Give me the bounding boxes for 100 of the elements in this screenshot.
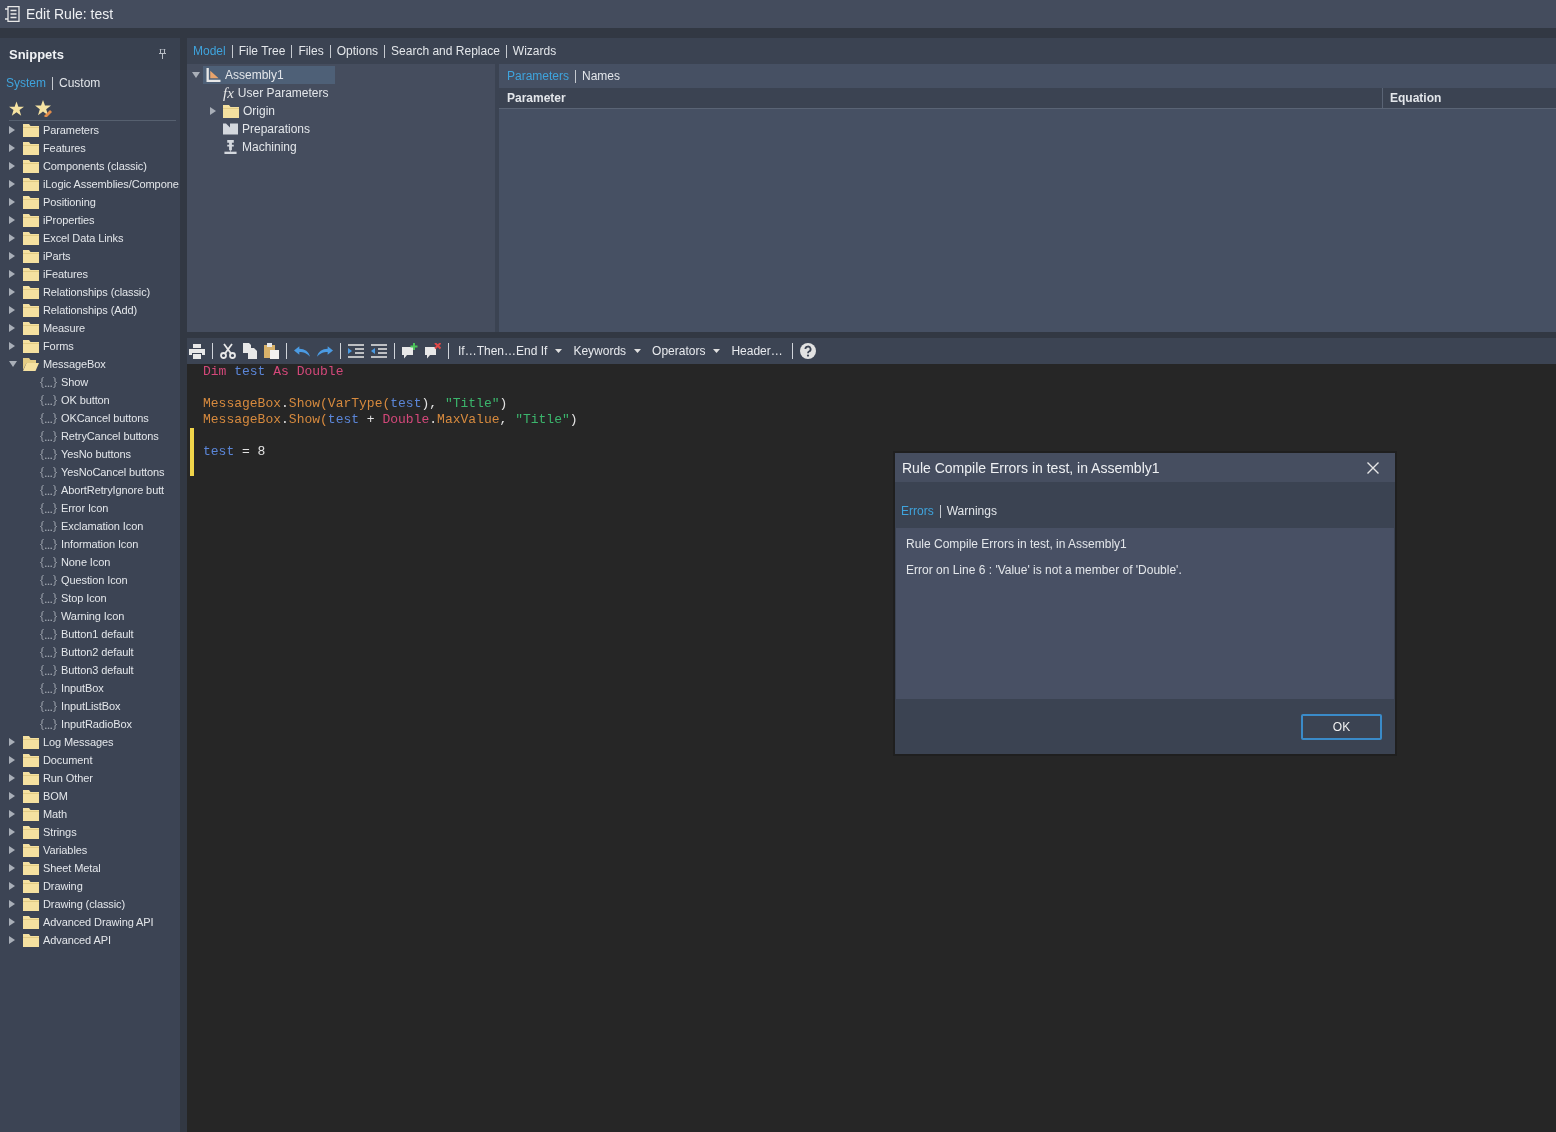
tree-item[interactable]: Forms bbox=[23, 337, 74, 355]
paste-icon[interactable] bbox=[264, 343, 279, 359]
caret-right-icon[interactable] bbox=[9, 126, 15, 134]
caret-right-icon[interactable] bbox=[9, 900, 15, 908]
caret-right-icon[interactable] bbox=[9, 198, 15, 206]
tree-item[interactable]: Positioning bbox=[23, 193, 96, 211]
tree-item[interactable]: Question Icon bbox=[40, 571, 128, 589]
help-icon[interactable] bbox=[799, 343, 816, 359]
tree-item[interactable]: Parameters bbox=[23, 121, 99, 139]
tree-item[interactable]: Assembly1 bbox=[203, 66, 335, 84]
tree-item[interactable]: Advanced Drawing API bbox=[23, 913, 154, 931]
redo-icon[interactable] bbox=[317, 345, 333, 357]
comment-remove-icon[interactable] bbox=[425, 343, 441, 359]
caret-right-icon[interactable] bbox=[9, 810, 15, 818]
outdent-icon[interactable] bbox=[371, 344, 387, 358]
tree-item[interactable]: MessageBox bbox=[23, 355, 106, 373]
tree-item[interactable]: InputBox bbox=[40, 679, 104, 697]
caret-right-icon[interactable] bbox=[9, 342, 15, 350]
tab[interactable]: Search and Replace bbox=[385, 44, 506, 58]
caret-down-icon[interactable] bbox=[192, 72, 200, 78]
tab[interactable]: Warnings bbox=[940, 504, 1003, 518]
caret-right-icon[interactable] bbox=[9, 216, 15, 224]
tree-item[interactable]: Relationships (Add) bbox=[23, 301, 138, 319]
tree-item[interactable]: Excel Data Links bbox=[23, 229, 124, 247]
tree-item[interactable]: Preparations bbox=[220, 120, 317, 138]
tree-item[interactable]: Components (classic) bbox=[23, 157, 147, 175]
star-icon[interactable] bbox=[9, 100, 24, 116]
dropdown-button[interactable]: Operators bbox=[650, 344, 723, 358]
caret-right-icon[interactable] bbox=[9, 270, 15, 278]
caret-right-icon[interactable] bbox=[9, 234, 15, 242]
copy-icon[interactable] bbox=[243, 343, 257, 359]
caret-right-icon[interactable] bbox=[9, 144, 15, 152]
tree-item[interactable]: YesNo buttons bbox=[40, 445, 131, 463]
tree-item[interactable]: iFeatures bbox=[23, 265, 88, 283]
pin-icon[interactable] bbox=[159, 49, 166, 59]
tree-item[interactable]: Button2 default bbox=[40, 643, 134, 661]
tree-item[interactable]: Sheet Metal bbox=[23, 859, 101, 877]
tree-item[interactable]: AbortRetryIgnore butt bbox=[40, 481, 165, 499]
tree-item[interactable]: RetryCancel buttons bbox=[40, 427, 159, 445]
tab[interactable]: System bbox=[0, 76, 52, 90]
tree-item[interactable]: Measure bbox=[23, 319, 86, 337]
tab[interactable]: Files bbox=[292, 44, 330, 58]
tree-item[interactable]: Button3 default bbox=[40, 661, 134, 679]
tree-item[interactable]: OK button bbox=[40, 391, 110, 409]
column-header[interactable]: Equation bbox=[1382, 88, 1556, 108]
tree-item[interactable]: Advanced API bbox=[23, 931, 111, 949]
tree-item[interactable]: iLogic Assemblies/Compone bbox=[23, 175, 179, 193]
tree-item[interactable]: YesNoCancel buttons bbox=[40, 463, 165, 481]
caret-right-icon[interactable] bbox=[9, 774, 15, 782]
tab[interactable]: Errors bbox=[895, 504, 940, 518]
caret-right-icon[interactable] bbox=[9, 252, 15, 260]
caret-down-icon[interactable] bbox=[9, 361, 17, 367]
tree-item[interactable]: Drawing (classic) bbox=[23, 895, 126, 913]
tab[interactable]: Wizards bbox=[506, 44, 563, 58]
tree-item[interactable]: Strings bbox=[23, 823, 77, 841]
caret-right-icon[interactable] bbox=[9, 828, 15, 836]
caret-right-icon[interactable] bbox=[210, 107, 216, 115]
column-header[interactable]: Parameter bbox=[499, 91, 1382, 105]
toolbar-button[interactable]: Header… bbox=[729, 344, 785, 358]
tree-item[interactable]: iProperties bbox=[23, 211, 95, 229]
caret-right-icon[interactable] bbox=[9, 846, 15, 854]
tab[interactable]: Names bbox=[576, 69, 627, 83]
tree-item[interactable]: None Icon bbox=[40, 553, 111, 571]
tree-item[interactable]: Button1 default bbox=[40, 625, 134, 643]
tree-item[interactable]: Stop Icon bbox=[40, 589, 107, 607]
tree-item[interactable]: Origin bbox=[220, 102, 281, 120]
tree-item[interactable]: Variables bbox=[23, 841, 88, 859]
caret-right-icon[interactable] bbox=[9, 288, 15, 296]
caret-right-icon[interactable] bbox=[9, 918, 15, 926]
tab[interactable]: Options bbox=[330, 44, 385, 58]
tree-item[interactable]: Features bbox=[23, 139, 86, 157]
tree-item[interactable]: Warning Icon bbox=[40, 607, 125, 625]
star-pencil-icon[interactable] bbox=[35, 99, 52, 117]
tree-item[interactable]: Document bbox=[23, 751, 93, 769]
tree-item[interactable]: Error Icon bbox=[40, 499, 109, 517]
indent-icon[interactable] bbox=[348, 344, 364, 358]
caret-right-icon[interactable] bbox=[9, 864, 15, 872]
tree-item[interactable]: Math bbox=[23, 805, 68, 823]
comment-add-icon[interactable] bbox=[402, 343, 418, 359]
tree-item[interactable]: Log Messages bbox=[23, 733, 114, 751]
dropdown-button[interactable]: If…Then…End If bbox=[456, 344, 565, 358]
tree-item[interactable]: Drawing bbox=[23, 877, 83, 895]
tab[interactable]: Model bbox=[187, 44, 232, 58]
tree-item[interactable]: iParts bbox=[23, 247, 71, 265]
close-icon[interactable] bbox=[1367, 461, 1379, 474]
caret-right-icon[interactable] bbox=[9, 936, 15, 944]
caret-right-icon[interactable] bbox=[9, 738, 15, 746]
tab[interactable]: File Tree bbox=[232, 44, 292, 58]
print-icon[interactable] bbox=[189, 343, 205, 359]
caret-right-icon[interactable] bbox=[9, 306, 15, 314]
tree-item[interactable]: InputRadioBox bbox=[40, 715, 132, 733]
tree-item[interactable]: Information Icon bbox=[40, 535, 139, 553]
tree-item[interactable]: Show bbox=[40, 373, 89, 391]
caret-right-icon[interactable] bbox=[9, 756, 15, 764]
tree-item[interactable]: Relationships (classic) bbox=[23, 283, 151, 301]
tree-item[interactable]: Run Other bbox=[23, 769, 93, 787]
caret-right-icon[interactable] bbox=[9, 792, 15, 800]
ok-button[interactable]: OK bbox=[1301, 714, 1382, 740]
tree-item[interactable]: OKCancel buttons bbox=[40, 409, 149, 427]
caret-right-icon[interactable] bbox=[9, 162, 15, 170]
